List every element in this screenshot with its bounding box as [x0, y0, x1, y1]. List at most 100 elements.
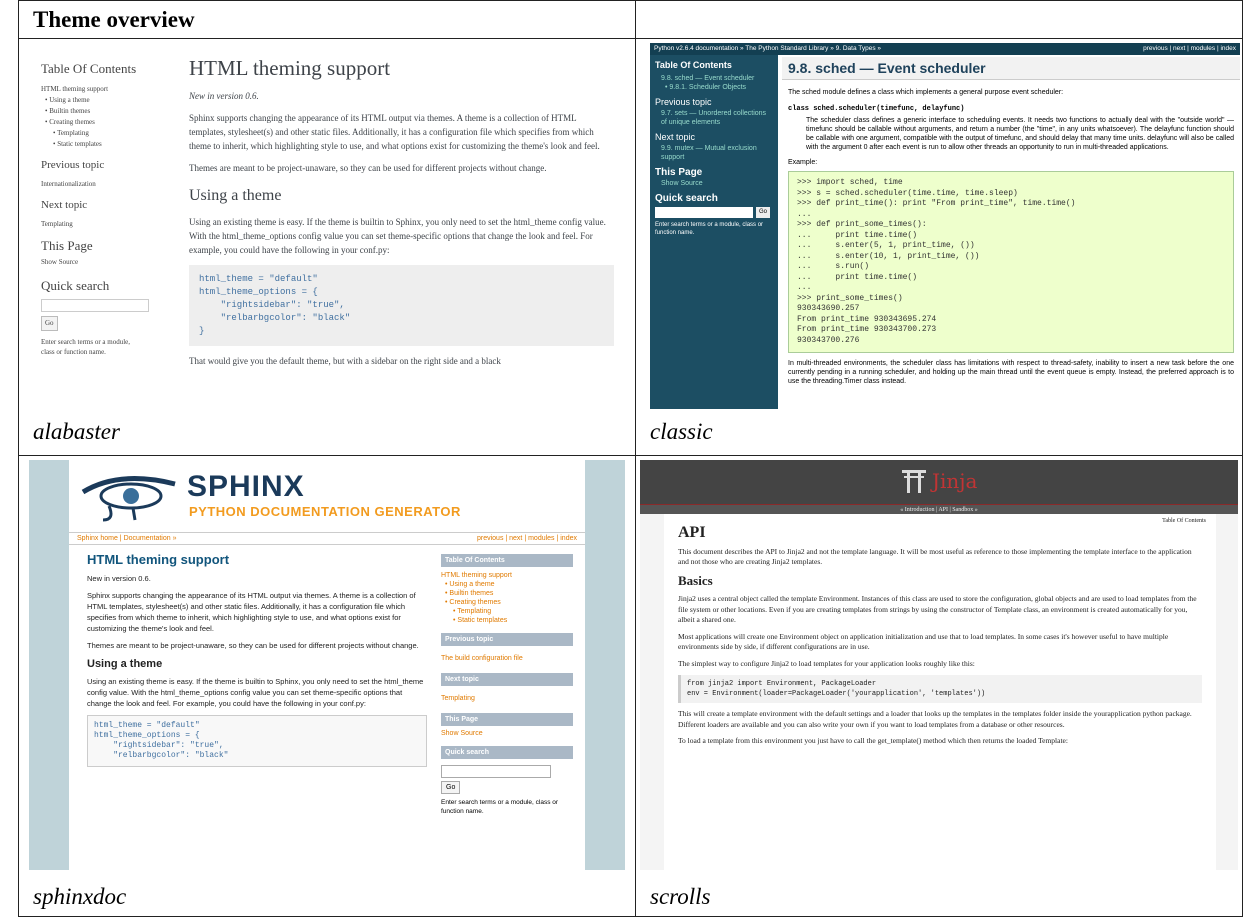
next-topic-link[interactable]: 9.9. mutex — Mutual exclusion support [655, 144, 773, 162]
toc-link[interactable]: Table Of Contents [1162, 516, 1206, 527]
next-topic-title: Next topic [41, 199, 88, 212]
table-header-title: Theme overview [33, 7, 195, 32]
nav-links[interactable]: « Introduction | API | Sandbox » [900, 507, 977, 513]
show-source-link[interactable]: Show Source [441, 729, 573, 738]
search-hint: Enter search terms or a module, class or… [655, 222, 764, 237]
next-topic-title: Next topic [441, 673, 573, 687]
paragraph: Most applications will create one Enviro… [678, 631, 1169, 652]
search-input[interactable] [655, 207, 753, 219]
toc-title: Table Of Contents [655, 60, 732, 71]
toc-item[interactable]: • Builtin themes [441, 589, 573, 598]
toc-item[interactable]: • Static templates [441, 616, 573, 625]
header-cell-empty [635, 0, 1243, 40]
relbar: Sphinx home | Documentation » previous |… [69, 532, 585, 546]
code-block: >>> import sched, time >>> s = sched.sch… [788, 171, 1234, 354]
paragraph: This document describes the API to Jinja… [678, 546, 1192, 567]
quick-search-title: Quick search [441, 746, 573, 760]
search-hint: Enter search terms or a module, class or… [41, 338, 131, 357]
code-block: html_theme = "default" html_theme_option… [189, 265, 614, 347]
logo-title: SPHINX [187, 470, 305, 504]
cell-alabaster: Table Of Contents HTML theming support •… [18, 38, 636, 457]
alabaster-sidebar: Table Of Contents HTML theming support •… [41, 61, 161, 357]
scrolls-screenshot: Jinja « Introduction | API | Sandbox » T… [640, 460, 1238, 871]
page-title: HTML theming support [189, 56, 391, 81]
sphinxdoc-body: HTML theming support New in version 0.6.… [87, 552, 427, 768]
header-cell: Theme overview [18, 0, 636, 40]
classic-body: 9.8. sched — Event scheduler The sched m… [782, 57, 1240, 386]
alabaster-screenshot: Table Of Contents HTML theming support •… [29, 45, 624, 406]
search-input[interactable] [41, 299, 149, 313]
paragraph: Themes are meant to be project-unaware, … [87, 641, 419, 651]
toc-item[interactable]: • Using a theme [41, 95, 161, 106]
sphinxdoc-sidebar: Table Of Contents HTML theming support •… [441, 554, 573, 816]
show-source-link[interactable]: Show Source [41, 257, 161, 268]
toc-item[interactable]: HTML theming support [441, 571, 573, 580]
version-note: New in version 0.6. [189, 91, 259, 102]
paragraph: Sphinx supports changing the appearance … [189, 113, 600, 152]
prev-topic-title: Previous topic [41, 159, 105, 172]
sphinxdoc-screenshot: SPHINX PYTHON DOCUMENTATION GENERATOR Sp… [29, 460, 625, 871]
section-heading: Using a theme [87, 658, 163, 671]
caption-classic: classic [650, 419, 713, 445]
paragraph: That would give you the default theme, b… [189, 356, 501, 367]
classic-screenshot: Python v2.6.4 documentation » The Python… [650, 43, 1240, 410]
cell-scrolls: Jinja « Introduction | API | Sandbox » T… [635, 455, 1243, 917]
next-topic-title: Next topic [655, 132, 696, 143]
search-row: Go [655, 207, 773, 219]
page-title: 9.8. sched — Event scheduler [782, 57, 1240, 81]
breadcrumb[interactable]: Sphinx home | Documentation » [77, 535, 177, 542]
scrolls-content: Table Of Contents API This document desc… [664, 514, 1216, 871]
paragraph: This will create a template environment … [678, 709, 1192, 729]
toc-item[interactable]: 9.8. sched — Event scheduler [655, 74, 773, 83]
logo-area: SPHINX PYTHON DOCUMENTATION GENERATOR [79, 466, 579, 524]
page-title: HTML theming support [87, 552, 230, 568]
relbar-links[interactable]: previous | next | modules | index [1143, 43, 1236, 55]
toc-item[interactable]: • Creating themes [441, 598, 573, 607]
paragraph: The scheduler class defines a generic in… [806, 117, 1234, 152]
next-topic-link[interactable]: Templating [441, 694, 573, 703]
go-button[interactable]: Go [756, 207, 771, 219]
toc-item[interactable]: • Static templates [41, 139, 161, 150]
paragraph: The simplest way to configure Jinja2 to … [678, 658, 975, 668]
prev-topic-link[interactable]: 9.7. sets — Unordered collections of uni… [655, 109, 773, 127]
quick-search-title: Quick search [41, 278, 110, 294]
prev-topic-link[interactable]: Internationalization [41, 179, 161, 190]
caption-scrolls: scrolls [650, 884, 711, 910]
paragraph: Jinja2 uses a central object called the … [678, 594, 1197, 625]
logo-subtitle: PYTHON DOCUMENTATION GENERATOR [189, 504, 461, 520]
prev-topic-link[interactable]: The build configuration file [441, 654, 573, 663]
search-input[interactable] [441, 765, 551, 779]
paragraph: In multi-threaded environments, the sche… [788, 360, 1234, 386]
cell-sphinxdoc: SPHINX PYTHON DOCUMENTATION GENERATOR Sp… [18, 455, 636, 917]
paragraph: Using an existing theme is easy. If the … [87, 677, 424, 709]
go-button[interactable]: Go [41, 316, 58, 332]
alabaster-body: HTML theming support New in version 0.6.… [189, 55, 614, 368]
toc-item[interactable]: • Builtin themes [41, 106, 161, 117]
cell-classic: Python v2.6.4 documentation » The Python… [635, 38, 1243, 457]
toc-item[interactable]: • Templating [41, 128, 161, 139]
quick-search-title: Quick search [655, 193, 718, 205]
breadcrumb[interactable]: Python v2.6.4 documentation » The Python… [654, 45, 881, 52]
relbar-links[interactable]: previous | next | modules | index [477, 533, 577, 545]
go-button[interactable]: Go [441, 781, 461, 795]
this-page-title: This Page [655, 167, 703, 179]
paragraph: Sphinx supports changing the appearance … [87, 591, 416, 634]
next-topic-link[interactable]: Templating [41, 219, 161, 230]
example-label: Example: [788, 159, 818, 167]
this-page-title: This Page [41, 238, 93, 254]
toc-item[interactable]: • 9.8.1. Scheduler Objects [655, 83, 773, 92]
toc-item[interactable]: • Using a theme [441, 580, 573, 589]
section-heading: Basics [678, 572, 713, 588]
toc-item[interactable]: HTML theming support [41, 84, 161, 95]
class-signature: class sched.scheduler(timefunc, delayfun… [788, 105, 965, 114]
logo-area: Jinja [900, 466, 977, 496]
show-source-link[interactable]: Show Source [655, 179, 773, 188]
toc-title: Table Of Contents [41, 61, 137, 77]
toc-item[interactable]: • Creating themes [41, 117, 161, 128]
paragraph: The sched module defines a class which i… [788, 89, 1064, 97]
caption-sphinxdoc: sphinxdoc [33, 884, 127, 910]
toc-item[interactable]: • Templating [441, 607, 573, 616]
page-title: API [678, 524, 706, 542]
search-hint: Enter search terms or a module, class or… [441, 799, 559, 816]
toc-title: Table Of Contents [441, 554, 573, 568]
